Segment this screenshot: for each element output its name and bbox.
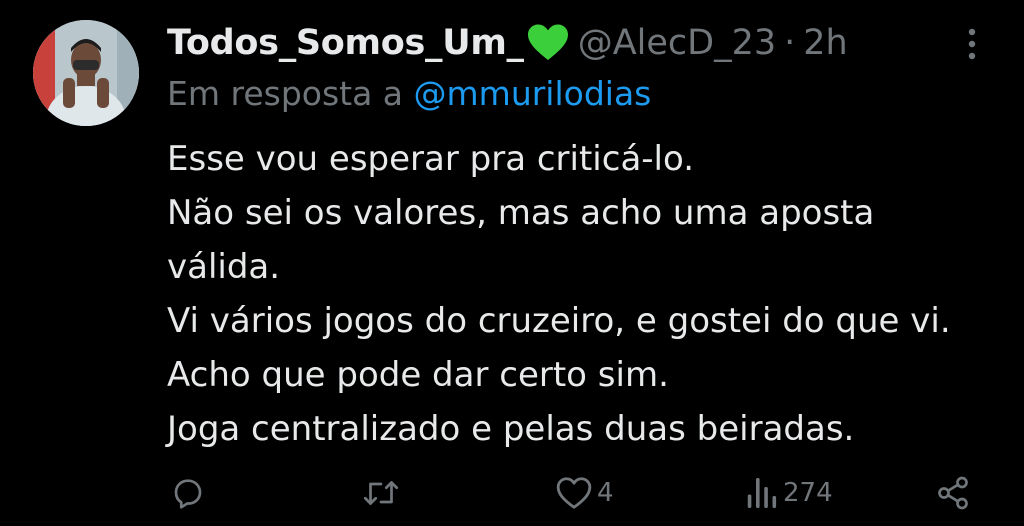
more-options-icon[interactable] <box>960 24 984 64</box>
tweet[interactable]: Todos_Somos_Um_ @AlecD_23 · 2h Em respos… <box>0 0 1024 526</box>
handle[interactable]: @AlecD_23 <box>578 23 776 63</box>
retweet-button[interactable] <box>361 470 401 516</box>
reply-icon <box>170 475 206 511</box>
views-icon <box>745 475 779 511</box>
tweet-text-line: Vi vários jogos do cruzeiro, e gostei do… <box>167 301 951 341</box>
retweet-icon <box>361 475 401 511</box>
share-icon <box>934 475 972 511</box>
reply-mention-link[interactable]: @mmurilodias <box>414 74 652 113</box>
tweet-text-line: Esse vou esperar pra criticá-lo. <box>167 139 694 179</box>
reply-button[interactable] <box>170 470 206 516</box>
tweet-text-line: Joga centralizado e pelas duas beiradas. <box>167 409 855 449</box>
tweet-text-line: Não sei os valores, mas acho uma aposta <box>167 193 875 233</box>
tweet-text-line: válida. <box>167 247 281 287</box>
reply-prefix: Em resposta a <box>167 74 414 113</box>
reply-context: Em resposta a @mmurilodias <box>167 74 651 113</box>
green-heart-icon <box>526 23 570 63</box>
avatar[interactable] <box>33 20 139 126</box>
share-button[interactable] <box>934 470 972 516</box>
action-bar: 4 274 <box>0 470 1024 516</box>
heart-icon <box>555 475 593 511</box>
views-count: 274 <box>783 478 833 508</box>
tweet-text-line: Acho que pode dar certo sim. <box>167 355 669 395</box>
separator-dot: · <box>784 23 796 63</box>
like-button[interactable]: 4 <box>555 470 614 516</box>
views-button[interactable]: 274 <box>745 470 833 516</box>
tweet-body: Esse vou esperar pra criticá-lo. Não sei… <box>167 132 1007 456</box>
display-name[interactable]: Todos_Somos_Um_ <box>167 23 524 63</box>
timestamp[interactable]: 2h <box>803 23 847 63</box>
like-count: 4 <box>597 478 614 508</box>
tweet-header: Todos_Somos_Um_ @AlecD_23 · 2h <box>167 20 848 66</box>
